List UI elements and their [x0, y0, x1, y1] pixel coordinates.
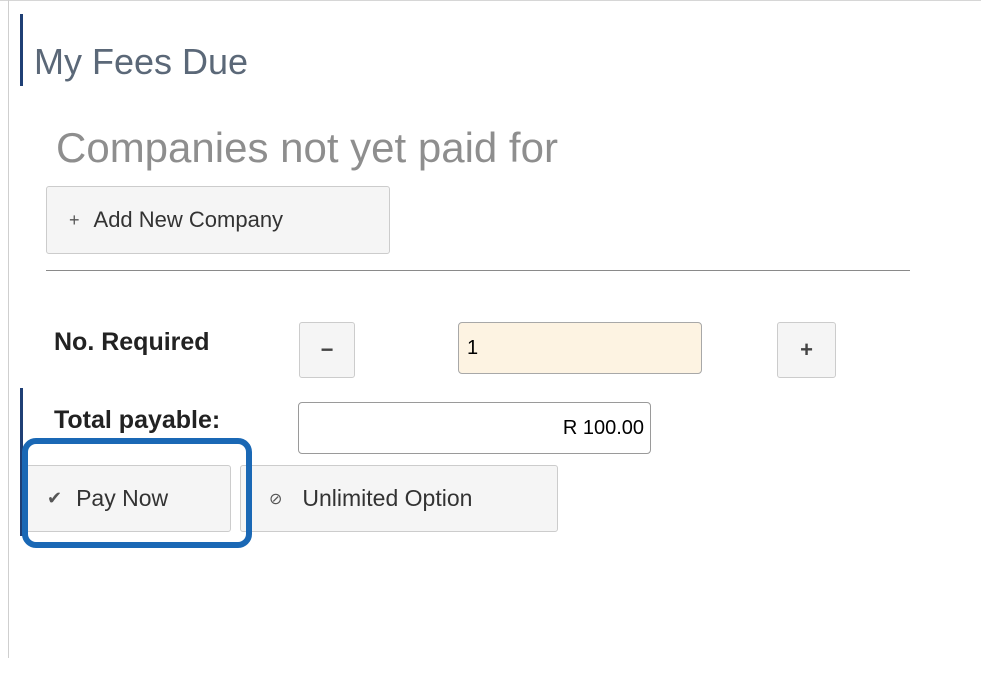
left-border [8, 0, 9, 658]
total-accent-bar [20, 388, 23, 536]
increment-button[interactable]: + [777, 322, 836, 378]
unlimited-option-button[interactable]: ⊘ Unlimited Option [240, 465, 558, 532]
total-payable-label: Total payable: [54, 406, 221, 434]
no-required-label: No. Required [54, 328, 210, 356]
minus-icon: − [320, 337, 334, 362]
total-payable-field [298, 402, 651, 454]
decrement-button[interactable]: − [299, 322, 355, 378]
add-company-button[interactable]: + Add New Company [46, 186, 390, 254]
divider [46, 270, 910, 271]
page-title: My Fees Due [34, 41, 249, 82]
plus-icon: + [800, 337, 813, 362]
fees-panel: My Fees Due Companies not yet paid for +… [0, 0, 981, 688]
quantity-input[interactable] [458, 322, 702, 374]
section-title: Companies not yet paid for [56, 124, 558, 171]
pay-now-label: Pay Now [76, 485, 169, 511]
top-border [0, 0, 981, 1]
plus-icon: + [69, 209, 80, 230]
ban-icon: ⊘ [269, 490, 283, 508]
unlimited-option-label: Unlimited Option [302, 485, 473, 511]
check-icon: ✔ [47, 488, 63, 508]
add-company-label: Add New Company [93, 207, 284, 232]
pay-now-button[interactable]: ✔ Pay Now [26, 465, 231, 532]
title-accent-bar [20, 14, 23, 86]
